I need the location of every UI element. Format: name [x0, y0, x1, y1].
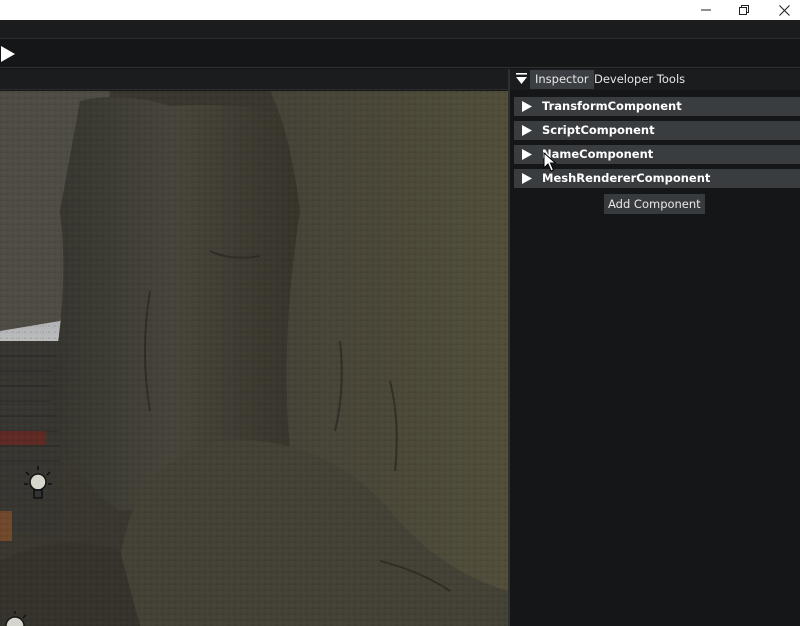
component-script[interactable]: ScriptComponent	[514, 121, 800, 140]
mouse-cursor-icon	[543, 152, 557, 172]
play-icon	[1, 46, 15, 62]
tab-developer-tools[interactable]: Developer Tools	[589, 70, 690, 89]
component-transform[interactable]: TransformComponent	[514, 97, 800, 116]
scene-viewport[interactable]	[0, 91, 508, 626]
triangle-right-icon	[522, 125, 532, 136]
viewport-tab-bar	[0, 69, 508, 90]
triangle-right-icon	[522, 101, 532, 112]
add-component-button[interactable]: Add Component	[604, 194, 705, 214]
light-bulb-icon-2[interactable]	[0, 609, 30, 626]
component-label: MeshRendererComponent	[542, 171, 711, 185]
scene-render	[0, 91, 508, 626]
menu-strip	[0, 20, 800, 39]
tab-inspector[interactable]: Inspector	[530, 70, 594, 89]
triangle-right-icon	[522, 173, 532, 184]
minimize-icon	[701, 9, 711, 11]
close-button[interactable]	[764, 0, 800, 20]
maximize-button[interactable]	[724, 0, 764, 20]
panel-tab-header: Inspector Developer Tools	[510, 69, 800, 90]
restore-icon	[739, 5, 749, 15]
component-label: ScriptComponent	[542, 123, 655, 137]
minimize-button[interactable]	[686, 0, 726, 20]
component-label: NameComponent	[542, 147, 654, 161]
component-label: TransformComponent	[542, 99, 682, 113]
triangle-right-icon	[522, 149, 532, 160]
toolbar	[0, 40, 800, 68]
light-bulb-icon[interactable]	[22, 464, 54, 504]
play-button[interactable]	[0, 44, 18, 64]
close-icon	[778, 4, 790, 16]
triangle-down-icon[interactable]	[516, 73, 527, 85]
title-bar	[0, 0, 800, 20]
